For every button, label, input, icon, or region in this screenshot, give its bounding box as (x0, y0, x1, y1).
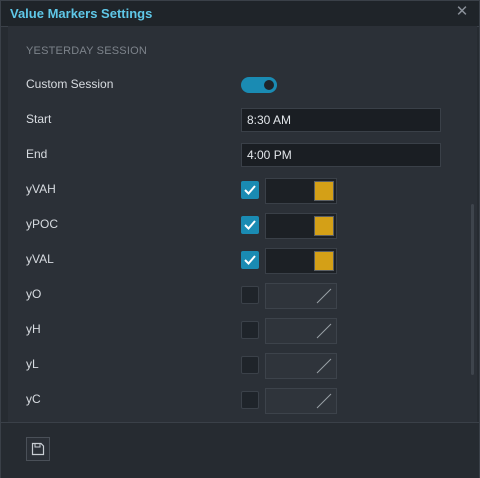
settings-dialog: Value Markers Settings ✕ YESTERDAY SESSI… (0, 0, 480, 478)
color-picker-ypoc[interactable] (265, 213, 337, 239)
color-picker-yval[interactable] (265, 248, 337, 274)
color-picker-yl[interactable] (265, 353, 337, 379)
no-color-icon (316, 288, 332, 304)
marker-label-yvah: yVAH (26, 182, 56, 196)
dialog-footer (1, 422, 479, 478)
end-label: End (26, 147, 48, 161)
custom-session-toggle[interactable] (241, 77, 277, 93)
marker-label-yval: yVAL (26, 252, 54, 266)
settings-panel: YESTERDAY SESSION Custom Session Start 8… (8, 26, 477, 422)
checkbox-ypoc[interactable] (241, 216, 259, 234)
checkbox-yval[interactable] (241, 251, 259, 269)
close-icon[interactable]: ✕ (455, 4, 469, 20)
end-time-input[interactable]: 4:00 PM (241, 143, 441, 167)
no-color-icon (316, 358, 332, 374)
save-button[interactable] (26, 437, 50, 461)
section-heading: YESTERDAY SESSION (26, 45, 147, 57)
checkbox-yh[interactable] (241, 321, 259, 339)
custom-session-label: Custom Session (26, 77, 114, 91)
start-time-input[interactable]: 8:30 AM (241, 108, 441, 132)
marker-label-yl: yL (26, 357, 39, 371)
checkbox-yc[interactable] (241, 391, 259, 409)
checkmark-icon (244, 185, 256, 195)
title-bar: Value Markers Settings ✕ (1, 1, 479, 27)
vertical-scrollbar[interactable] (471, 204, 474, 375)
color-swatch (314, 181, 334, 201)
checkbox-yl[interactable] (241, 356, 259, 374)
marker-label-yo: yO (26, 287, 42, 301)
color-picker-yvah[interactable] (265, 178, 337, 204)
start-label: Start (26, 112, 52, 126)
toggle-knob (264, 80, 274, 90)
checkbox-yo[interactable] (241, 286, 259, 304)
color-picker-yc[interactable] (265, 388, 337, 414)
color-swatch (314, 251, 334, 271)
save-icon (31, 442, 45, 456)
checkbox-yvah[interactable] (241, 181, 259, 199)
marker-label-ypoc: yPOC (26, 217, 59, 231)
marker-label-yc: yC (26, 392, 41, 406)
color-swatch (314, 216, 334, 236)
marker-label-yh: yH (26, 322, 41, 336)
checkmark-icon (244, 255, 256, 265)
window-title: Value Markers Settings (10, 6, 153, 21)
color-picker-yh[interactable] (265, 318, 337, 344)
checkmark-icon (244, 220, 256, 230)
color-picker-yo[interactable] (265, 283, 337, 309)
no-color-icon (316, 393, 332, 409)
no-color-icon (316, 323, 332, 339)
